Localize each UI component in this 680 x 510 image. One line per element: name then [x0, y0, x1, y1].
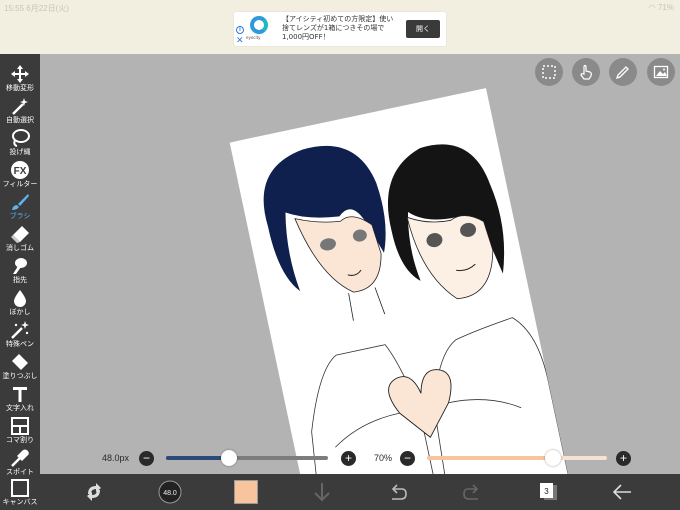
- touch-toggle-button[interactable]: [572, 58, 600, 86]
- droplet-icon: [14, 290, 26, 307]
- canvas-area[interactable]: [40, 54, 680, 474]
- bucket-icon: [12, 354, 28, 370]
- artwork-canvas[interactable]: [229, 88, 569, 474]
- brush-size-slider-thumb[interactable]: [221, 450, 237, 466]
- brush-preview-button[interactable]: 48.0: [158, 480, 182, 504]
- lasso-icon: [12, 129, 30, 147]
- artwork-illustration: [263, 144, 569, 474]
- tool-panel: 移動変形 自動選択 投げ縄 FX フィルター ブラシ 消しゴム 指先 ぼかし 特…: [0, 54, 40, 510]
- brush-tip-icon: 48.0: [158, 480, 182, 504]
- selection-button[interactable]: [535, 58, 563, 86]
- move-icon: [11, 65, 29, 83]
- eyedropper-icon: [11, 449, 29, 467]
- layer-count: 3: [544, 487, 549, 496]
- arrow-down-icon: [314, 483, 330, 502]
- hand-pointer-icon: [580, 64, 592, 80]
- pen-icon: [615, 66, 629, 80]
- redo-icon: [463, 484, 479, 500]
- ad-brand: eyecity: [246, 35, 261, 40]
- svg-text:FX: FX: [14, 166, 27, 177]
- brush-size-fill: [166, 456, 229, 460]
- pen-settings-button[interactable]: [609, 58, 637, 86]
- canvas-icon: [11, 479, 29, 497]
- arrow-left-icon: [612, 484, 631, 500]
- status-battery: ◠ 71%: [648, 3, 674, 12]
- ad-info-icon[interactable]: i: [236, 26, 244, 34]
- back-button[interactable]: [610, 480, 634, 504]
- undo-button[interactable]: [386, 480, 410, 504]
- ad-text: 【アイシティ初めての方限定】使い捨てレンズが1箱につきその場で1,000円OFF…: [282, 15, 394, 41]
- image-icon: [653, 65, 669, 79]
- layers-button[interactable]: 3: [536, 480, 560, 504]
- opacity-decrease-button[interactable]: −: [400, 451, 415, 466]
- layers-icon: 3: [540, 483, 557, 500]
- bottom-toolbar: 48.0 3: [40, 474, 680, 510]
- wifi-icon: ◠: [648, 3, 658, 12]
- text-icon: [13, 387, 27, 402]
- current-color-swatch[interactable]: [234, 480, 258, 504]
- magic-wand-icon: [12, 98, 28, 115]
- ad-close-icon[interactable]: ✕: [236, 36, 244, 45]
- redo-button[interactable]: [460, 480, 484, 504]
- eraser-icon: [11, 226, 29, 243]
- frame-icon: [11, 417, 29, 435]
- ad-open-button[interactable]: 開く: [406, 20, 440, 38]
- rotate-arrows-icon: [87, 483, 101, 501]
- status-time: 15:55 6月22日(火): [4, 4, 69, 13]
- brush-size-decrease-button[interactable]: −: [139, 451, 154, 466]
- special-pen-icon: [11, 321, 29, 339]
- transform-button[interactable]: [82, 480, 106, 504]
- download-button[interactable]: [310, 480, 334, 504]
- opacity-increase-button[interactable]: +: [616, 451, 631, 466]
- brush-size-value: 48.0px: [102, 453, 130, 463]
- tool-canvas[interactable]: キャンバス: [0, 474, 40, 510]
- finger-icon: [13, 258, 27, 274]
- tool-label: キャンバス: [2, 498, 38, 506]
- ad-banner[interactable]: i ✕ eyecity 【アイシティ初めての方限定】使い捨てレンズが1箱につきそ…: [234, 12, 446, 46]
- brush-size-increase-button[interactable]: +: [341, 451, 356, 466]
- opacity-value: 70%: [374, 453, 393, 463]
- opacity-slider-thumb[interactable]: [545, 450, 561, 466]
- fx-icon: FX: [11, 161, 29, 179]
- opacity-fill: [427, 456, 553, 460]
- undo-icon: [391, 484, 407, 500]
- brush-icon: [12, 194, 29, 210]
- brush-size-badge: 48.0: [163, 490, 177, 497]
- image-import-button[interactable]: [647, 58, 675, 86]
- selection-icon: [542, 65, 556, 79]
- eyecity-logo-icon: [250, 16, 268, 34]
